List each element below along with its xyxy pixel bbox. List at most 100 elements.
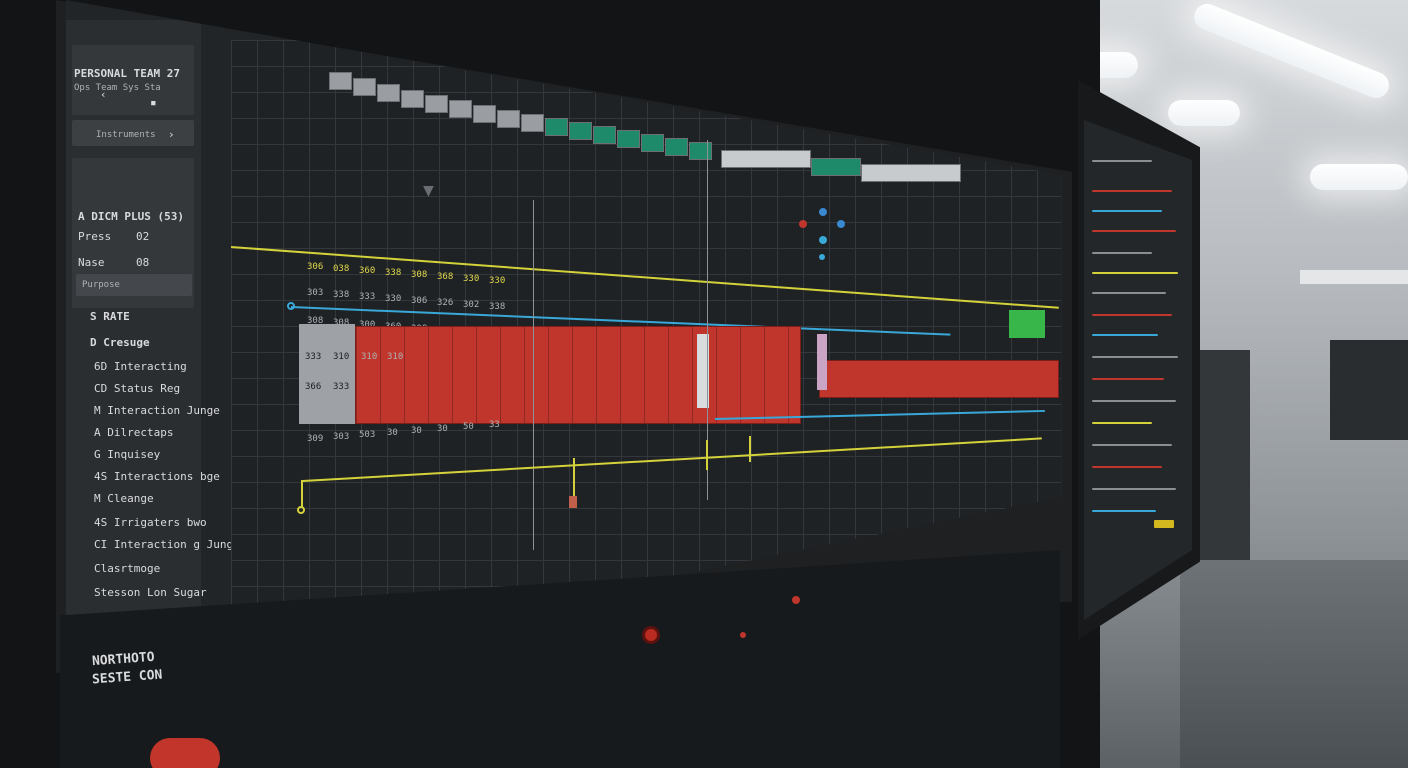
marker-cell xyxy=(817,334,827,390)
red-control-knob[interactable] xyxy=(642,626,660,644)
header-cell xyxy=(861,164,961,182)
network-node-icon xyxy=(819,236,827,244)
log-line xyxy=(1092,334,1158,336)
header-cell xyxy=(497,110,520,128)
bottom-value: 30 xyxy=(437,424,448,434)
header-cell xyxy=(329,72,352,90)
header-cell xyxy=(593,126,616,144)
value-row: 308 xyxy=(411,270,428,280)
log-line xyxy=(1092,190,1172,192)
red-control-knob[interactable] xyxy=(150,738,220,768)
log-line xyxy=(1154,520,1174,528)
red-marker xyxy=(569,496,577,508)
triangle-marker-icon: ▼ xyxy=(423,180,434,201)
field1-label: Press xyxy=(78,230,112,243)
value-row: 338 xyxy=(489,302,506,312)
header-cell xyxy=(473,105,496,123)
header-cell xyxy=(449,100,472,118)
log-line xyxy=(1092,422,1152,424)
row-label-cell xyxy=(299,324,355,424)
network-node-icon xyxy=(819,208,827,216)
list-item[interactable]: 6D Interacting xyxy=(94,360,187,373)
red-row-value: 366 xyxy=(305,382,322,392)
red-row-value: 310 xyxy=(387,352,404,362)
lab-scene: Wei Ame Of Pha Blung Stree Steps PERSONA… xyxy=(0,0,1408,768)
log-line xyxy=(1092,252,1152,254)
bottom-value: 30 xyxy=(387,428,398,438)
bottom-value: 309 xyxy=(307,434,324,444)
log-line xyxy=(1092,272,1178,274)
header-cell xyxy=(377,84,400,102)
list-item[interactable]: G Inquisey xyxy=(94,448,160,461)
value-row: 330 xyxy=(489,276,506,286)
list-item[interactable]: 4S Interactions bge xyxy=(94,470,220,483)
top-bar-title: Wei Ame Of Pha Blung Stree Steps xyxy=(95,0,270,19)
log-line xyxy=(1092,466,1162,468)
list-item[interactable]: A Dilrectaps xyxy=(94,426,173,439)
field1-value: 02 xyxy=(136,230,150,243)
yellow-node-icon xyxy=(297,506,305,514)
value-row: 338 xyxy=(385,268,402,278)
log-line xyxy=(1092,314,1172,316)
blue-node-icon xyxy=(287,302,295,310)
lab-equipment xyxy=(1200,350,1250,560)
instruments-label: Instruments xyxy=(96,130,156,140)
red-row-value: 333 xyxy=(333,382,350,392)
value-row: 038 xyxy=(333,264,350,274)
header-cell xyxy=(721,150,811,168)
section-cresuge[interactable]: D Cresuge xyxy=(90,336,150,349)
ceiling-light xyxy=(1168,100,1240,126)
header-cell xyxy=(665,138,688,156)
yellow-branch xyxy=(573,458,575,498)
info-title: A DICM PLUS (53) xyxy=(78,210,184,223)
next-dot-icon[interactable]: ▪ xyxy=(150,96,157,109)
list-item[interactable]: M Interaction Junge xyxy=(94,404,220,417)
list-item[interactable]: M Cleange xyxy=(94,492,154,505)
list-item[interactable]: Clasrtmoge xyxy=(94,562,160,575)
back-arrow-icon[interactable]: ‹ xyxy=(100,88,107,101)
panel-subtitle: Ops Team Sys Sta xyxy=(74,83,161,93)
bottom-value: 503 xyxy=(359,430,376,440)
red-row-value: 310 xyxy=(361,352,378,362)
field2-value: 08 xyxy=(136,256,150,269)
yellow-branch xyxy=(706,440,708,470)
indicator-light xyxy=(792,596,800,604)
header-cell xyxy=(617,130,640,148)
log-line xyxy=(1092,210,1162,212)
value-row: 326 xyxy=(437,298,454,308)
bottom-value: 30 xyxy=(411,426,422,436)
log-line xyxy=(1092,510,1156,512)
yellow-track-lower xyxy=(302,437,1042,482)
list-item[interactable]: CD Status Reg xyxy=(94,382,180,395)
main-monitor: Wei Ame Of Pha Blung Stree Steps PERSONA… xyxy=(0,0,1100,768)
network-node-icon xyxy=(799,220,807,228)
yellow-track xyxy=(230,246,1059,309)
log-line xyxy=(1092,292,1166,294)
header-block xyxy=(72,45,194,115)
header-cell xyxy=(521,114,544,132)
list-item[interactable]: 4S Irrigaters bwo xyxy=(94,516,207,529)
ceiling-light xyxy=(1310,164,1408,190)
section-rate[interactable]: S RATE xyxy=(90,310,130,323)
header-cell xyxy=(641,134,664,152)
value-row: 330 xyxy=(385,294,402,304)
side-monitor-screen xyxy=(1084,120,1192,620)
list-item[interactable]: CI Interaction g Junge xyxy=(94,538,240,551)
header-cell xyxy=(425,95,448,113)
value-row: 303 xyxy=(307,288,324,298)
log-line xyxy=(1092,488,1176,490)
red-status-block xyxy=(819,360,1059,398)
red-row-value: 333 xyxy=(305,352,322,362)
purpose-label: Purpose xyxy=(82,280,120,290)
panel-title: PERSONAL TEAM 27 xyxy=(74,67,180,80)
list-item[interactable]: Stesson Lon Sugar xyxy=(94,586,207,599)
log-line xyxy=(1092,230,1176,232)
value-row: 338 xyxy=(333,290,350,300)
header-cell xyxy=(545,118,568,136)
lab-equipment xyxy=(1330,340,1408,440)
network-node-icon xyxy=(819,254,825,260)
lab-floor xyxy=(1180,560,1408,768)
cursor-line xyxy=(533,200,534,550)
value-row: 368 xyxy=(437,272,454,282)
header-cell xyxy=(689,142,712,160)
